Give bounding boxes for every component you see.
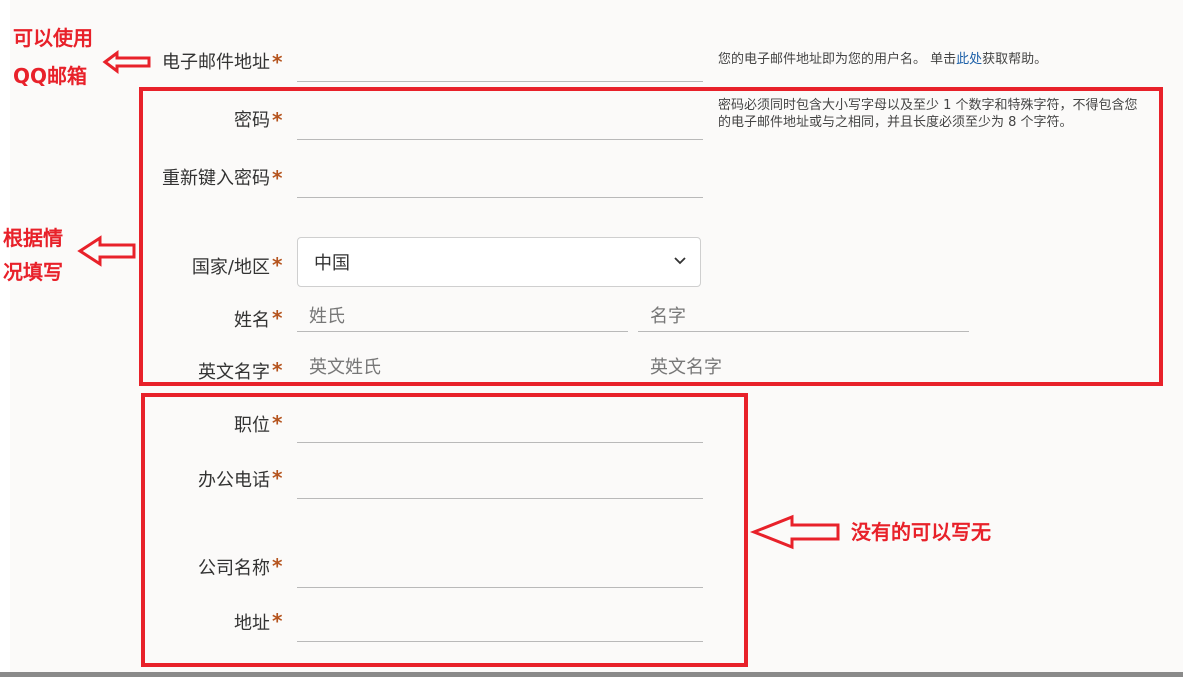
annotation-text: 可以使用 bbox=[13, 26, 93, 50]
email-help-text: 您的电子邮件地址即为您的用户名。 单击 bbox=[718, 52, 957, 67]
email-label: 电子邮件地址 bbox=[162, 52, 270, 73]
email-help-text-end: 获取帮助。 bbox=[982, 52, 1048, 67]
email-help: 您的电子邮件地址即为您的用户名。 单击此处获取帮助。 bbox=[718, 51, 1168, 68]
annotation-fill-note: 根据情 况填写 bbox=[3, 222, 63, 288]
annotation-optional-note: 没有的可以写无 bbox=[851, 520, 991, 544]
hollow-left-arrow-icon bbox=[749, 514, 840, 550]
hollow-left-arrow-icon bbox=[102, 50, 151, 74]
left-margin bbox=[0, 0, 10, 677]
annotation-text: 根据情 bbox=[3, 226, 63, 250]
email-field[interactable] bbox=[297, 52, 703, 82]
annotation-email-note: 可以使用 QQ邮箱 bbox=[13, 22, 93, 92]
hollow-left-arrow-icon bbox=[77, 235, 136, 267]
required-star: * bbox=[272, 50, 283, 74]
annotation-text: QQ邮箱 bbox=[13, 64, 88, 88]
help-link[interactable]: 此处 bbox=[956, 52, 982, 67]
annotation-box-optional bbox=[141, 393, 748, 667]
bottom-scrollbar bbox=[0, 672, 1183, 677]
annotation-box-required bbox=[139, 87, 1163, 386]
annotation-text: 况填写 bbox=[3, 260, 63, 284]
